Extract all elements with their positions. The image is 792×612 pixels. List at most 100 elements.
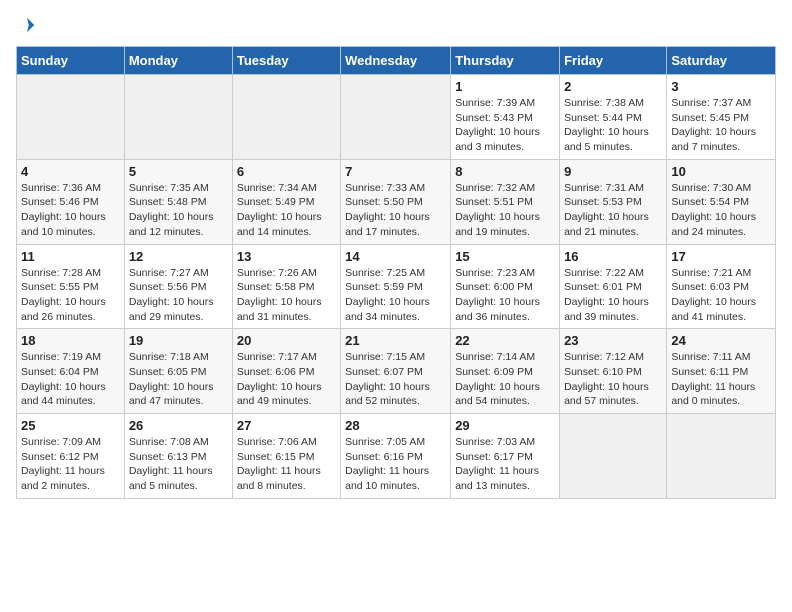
day-cell: 19 Sunrise: 7:18 AM Sunset: 6:05 PM Dayli… — [124, 329, 232, 414]
day-detail: Sunrise: 7:23 AM Sunset: 6:00 PM Dayligh… — [455, 266, 555, 325]
day-cell: 11 Sunrise: 7:28 AM Sunset: 5:55 PM Dayli… — [17, 244, 125, 329]
day-detail: Sunrise: 7:36 AM Sunset: 5:46 PM Dayligh… — [21, 181, 120, 240]
day-detail: Sunrise: 7:35 AM Sunset: 5:48 PM Dayligh… — [129, 181, 228, 240]
day-detail: Sunrise: 7:08 AM Sunset: 6:13 PM Dayligh… — [129, 435, 228, 494]
day-number: 23 — [564, 333, 662, 348]
day-cell: 25 Sunrise: 7:09 AM Sunset: 6:12 PM Dayli… — [17, 414, 125, 499]
day-detail: Sunrise: 7:11 AM Sunset: 6:11 PM Dayligh… — [671, 350, 771, 409]
day-detail: Sunrise: 7:19 AM Sunset: 6:04 PM Dayligh… — [21, 350, 120, 409]
day-number: 22 — [455, 333, 555, 348]
day-number: 6 — [237, 164, 336, 179]
day-cell: 24 Sunrise: 7:11 AM Sunset: 6:11 PM Dayli… — [667, 329, 776, 414]
day-number: 24 — [671, 333, 771, 348]
day-cell: 5 Sunrise: 7:35 AM Sunset: 5:48 PM Daylig… — [124, 159, 232, 244]
col-header-saturday: Saturday — [667, 47, 776, 75]
day-cell — [341, 75, 451, 160]
day-detail: Sunrise: 7:33 AM Sunset: 5:50 PM Dayligh… — [345, 181, 446, 240]
day-cell: 8 Sunrise: 7:32 AM Sunset: 5:51 PM Daylig… — [451, 159, 560, 244]
col-header-tuesday: Tuesday — [232, 47, 340, 75]
day-number: 28 — [345, 418, 446, 433]
day-number: 8 — [455, 164, 555, 179]
page-header — [16, 16, 776, 34]
day-number: 21 — [345, 333, 446, 348]
day-detail: Sunrise: 7:05 AM Sunset: 6:16 PM Dayligh… — [345, 435, 446, 494]
day-number: 9 — [564, 164, 662, 179]
day-number: 19 — [129, 333, 228, 348]
day-cell: 9 Sunrise: 7:31 AM Sunset: 5:53 PM Daylig… — [560, 159, 667, 244]
day-cell: 28 Sunrise: 7:05 AM Sunset: 6:16 PM Dayli… — [341, 414, 451, 499]
day-number: 15 — [455, 249, 555, 264]
day-number: 16 — [564, 249, 662, 264]
day-number: 25 — [21, 418, 120, 433]
day-number: 13 — [237, 249, 336, 264]
day-cell — [560, 414, 667, 499]
day-number: 3 — [671, 79, 771, 94]
day-number: 17 — [671, 249, 771, 264]
day-detail: Sunrise: 7:30 AM Sunset: 5:54 PM Dayligh… — [671, 181, 771, 240]
day-detail: Sunrise: 7:06 AM Sunset: 6:15 PM Dayligh… — [237, 435, 336, 494]
day-detail: Sunrise: 7:27 AM Sunset: 5:56 PM Dayligh… — [129, 266, 228, 325]
day-cell: 10 Sunrise: 7:30 AM Sunset: 5:54 PM Dayli… — [667, 159, 776, 244]
day-detail: Sunrise: 7:12 AM Sunset: 6:10 PM Dayligh… — [564, 350, 662, 409]
week-row-2: 4 Sunrise: 7:36 AM Sunset: 5:46 PM Daylig… — [17, 159, 776, 244]
day-cell: 6Sunrise: 7:34 AM Sunset: 5:49 PM Daylig… — [232, 159, 340, 244]
day-detail: Sunrise: 7:32 AM Sunset: 5:51 PM Dayligh… — [455, 181, 555, 240]
day-detail: Sunrise: 7:03 AM Sunset: 6:17 PM Dayligh… — [455, 435, 555, 494]
day-number: 26 — [129, 418, 228, 433]
day-number: 11 — [21, 249, 120, 264]
day-number: 12 — [129, 249, 228, 264]
col-header-wednesday: Wednesday — [341, 47, 451, 75]
day-cell: 13 Sunrise: 7:26 AM Sunset: 5:58 PM Dayli… — [232, 244, 340, 329]
day-cell: 2 Sunrise: 7:38 AM Sunset: 5:44 PM Daylig… — [560, 75, 667, 160]
week-row-4: 18Sunrise: 7:19 AM Sunset: 6:04 PM Dayli… — [17, 329, 776, 414]
day-cell: 20 Sunrise: 7:17 AM Sunset: 6:06 PM Dayli… — [232, 329, 340, 414]
col-header-thursday: Thursday — [451, 47, 560, 75]
day-cell: 26 Sunrise: 7:08 AM Sunset: 6:13 PM Dayli… — [124, 414, 232, 499]
day-cell: 21Sunrise: 7:15 AM Sunset: 6:07 PM Dayli… — [341, 329, 451, 414]
col-header-friday: Friday — [560, 47, 667, 75]
day-cell — [124, 75, 232, 160]
logo-icon — [18, 16, 36, 34]
day-cell: 15 Sunrise: 7:23 AM Sunset: 6:00 PM Dayli… — [451, 244, 560, 329]
col-header-sunday: Sunday — [17, 47, 125, 75]
day-detail: Sunrise: 7:17 AM Sunset: 6:06 PM Dayligh… — [237, 350, 336, 409]
day-cell: 27 Sunrise: 7:06 AM Sunset: 6:15 PM Dayli… — [232, 414, 340, 499]
day-cell: 3Sunrise: 7:37 AM Sunset: 5:45 PM Daylig… — [667, 75, 776, 160]
day-number: 4 — [21, 164, 120, 179]
day-number: 1 — [455, 79, 555, 94]
day-cell: 18Sunrise: 7:19 AM Sunset: 6:04 PM Dayli… — [17, 329, 125, 414]
day-cell: 22 Sunrise: 7:14 AM Sunset: 6:09 PM Dayli… — [451, 329, 560, 414]
day-cell: 4 Sunrise: 7:36 AM Sunset: 5:46 PM Daylig… — [17, 159, 125, 244]
day-detail: Sunrise: 7:38 AM Sunset: 5:44 PM Dayligh… — [564, 96, 662, 155]
day-number: 2 — [564, 79, 662, 94]
week-row-1: 1Sunrise: 7:39 AM Sunset: 5:43 PM Daylig… — [17, 75, 776, 160]
day-cell — [17, 75, 125, 160]
day-number: 10 — [671, 164, 771, 179]
week-row-3: 11 Sunrise: 7:28 AM Sunset: 5:55 PM Dayli… — [17, 244, 776, 329]
day-cell — [667, 414, 776, 499]
day-detail: Sunrise: 7:22 AM Sunset: 6:01 PM Dayligh… — [564, 266, 662, 325]
day-cell: 16 Sunrise: 7:22 AM Sunset: 6:01 PM Dayli… — [560, 244, 667, 329]
day-cell: 7 Sunrise: 7:33 AM Sunset: 5:50 PM Daylig… — [341, 159, 451, 244]
day-detail: Sunrise: 7:21 AM Sunset: 6:03 PM Dayligh… — [671, 266, 771, 325]
day-number: 7 — [345, 164, 446, 179]
day-cell: 12 Sunrise: 7:27 AM Sunset: 5:56 PM Dayli… — [124, 244, 232, 329]
week-row-5: 25 Sunrise: 7:09 AM Sunset: 6:12 PM Dayli… — [17, 414, 776, 499]
day-detail: Sunrise: 7:18 AM Sunset: 6:05 PM Dayligh… — [129, 350, 228, 409]
day-cell: 23 Sunrise: 7:12 AM Sunset: 6:10 PM Dayli… — [560, 329, 667, 414]
day-cell: 29 Sunrise: 7:03 AM Sunset: 6:17 PM Dayli… — [451, 414, 560, 499]
col-header-monday: Monday — [124, 47, 232, 75]
day-number: 20 — [237, 333, 336, 348]
day-number: 14 — [345, 249, 446, 264]
day-detail: Sunrise: 7:31 AM Sunset: 5:53 PM Dayligh… — [564, 181, 662, 240]
day-number: 5 — [129, 164, 228, 179]
day-detail: Sunrise: 7:09 AM Sunset: 6:12 PM Dayligh… — [21, 435, 120, 494]
day-cell — [232, 75, 340, 160]
day-number: 27 — [237, 418, 336, 433]
day-detail: Sunrise: 7:26 AM Sunset: 5:58 PM Dayligh… — [237, 266, 336, 325]
day-cell: 1Sunrise: 7:39 AM Sunset: 5:43 PM Daylig… — [451, 75, 560, 160]
day-detail: Sunrise: 7:28 AM Sunset: 5:55 PM Dayligh… — [21, 266, 120, 325]
day-detail: Sunrise: 7:14 AM Sunset: 6:09 PM Dayligh… — [455, 350, 555, 409]
day-number: 29 — [455, 418, 555, 433]
day-cell: 14Sunrise: 7:25 AM Sunset: 5:59 PM Dayli… — [341, 244, 451, 329]
